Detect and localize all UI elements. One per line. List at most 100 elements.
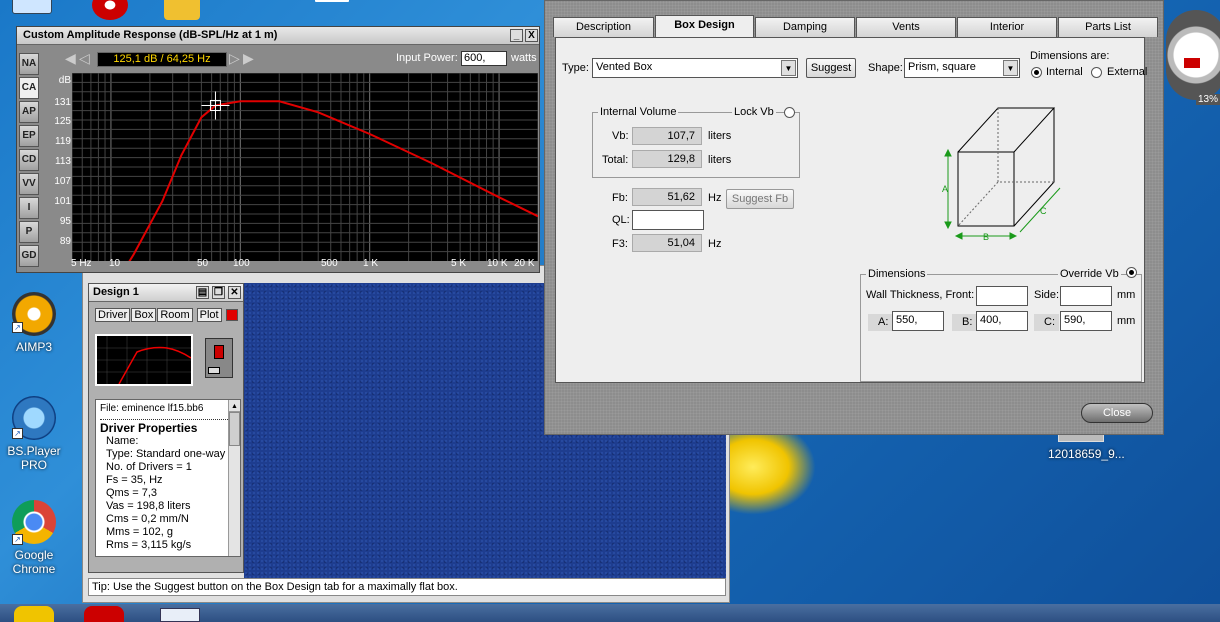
c-label: C: (1034, 314, 1059, 331)
tab-driver[interactable]: Driver (95, 308, 131, 322)
wall-thickness-front-input[interactable] (976, 286, 1028, 306)
y-tick-label: 125 (54, 116, 71, 127)
driver-property-item: Mms = 102, g (106, 526, 173, 538)
properties-scrollbar[interactable]: ▲ (228, 400, 240, 556)
tab-room[interactable]: Room (157, 308, 193, 322)
box-dimensions-diagram: A B C (942, 107, 1061, 242)
ql-label: QL: (612, 214, 630, 226)
desktop-icon-top-2[interactable] (78, 0, 142, 24)
arrow-left-icon[interactable]: ◀ (65, 50, 76, 67)
graph-tab-gd[interactable]: GD (19, 245, 39, 267)
desktop-icon-top-3[interactable] (150, 0, 214, 24)
graph-tab-p[interactable]: P (19, 221, 39, 243)
response-thumbnail[interactable] (95, 334, 193, 386)
override-vb-radio[interactable] (1126, 267, 1137, 278)
file-name: File: eminence lf15.bb6 (100, 403, 204, 414)
b-input[interactable]: 400, (976, 311, 1028, 331)
vb-value: 107,7 (632, 127, 702, 145)
taskbar-word-icon[interactable] (160, 608, 200, 622)
suggest-button[interactable]: Suggest (806, 58, 856, 78)
chevron-down-icon[interactable]: ▼ (1003, 60, 1018, 76)
minimize-icon[interactable]: _ (510, 29, 523, 42)
tab-plot[interactable]: Plot (196, 308, 222, 322)
shield-app-icon (92, 0, 128, 20)
graph-titlebar[interactable]: Custom Amplitude Response (dB-SPL/Hz at … (17, 27, 539, 45)
scroll-thumb[interactable] (229, 412, 240, 446)
status-tip: Tip: Use the Suggest button on the Box D… (92, 581, 458, 593)
wall-thickness-label: Wall Thickness, Front: (866, 289, 975, 301)
response-plot[interactable] (71, 72, 539, 355)
desktop-icon-top-left-1[interactable] (0, 0, 64, 18)
x-tick-label: 5 K (451, 258, 467, 269)
aimp3-label: AIMP3 (15, 340, 52, 354)
driver-property-item: Fs = 35, Hz (106, 474, 163, 486)
taskbar-app-2[interactable] (84, 606, 124, 622)
save-icon[interactable]: ▤ (196, 286, 209, 299)
external-label: External (1107, 66, 1148, 78)
arrow-left-end-icon[interactable]: ◁ (79, 50, 90, 67)
scroll-up-icon[interactable]: ▲ (229, 400, 240, 412)
tab-parts-list[interactable]: Parts List (1058, 17, 1158, 37)
box-design-dialog: Description Box Design Damping Vents Int… (544, 0, 1164, 435)
lock-vb-radio[interactable] (784, 107, 795, 118)
input-power-label: Input Power: (396, 52, 458, 64)
speaker-box-icon[interactable] (205, 338, 233, 378)
c-input[interactable]: 590, (1060, 311, 1112, 331)
dimension-b-letter: B (983, 232, 989, 242)
driver-properties-list: Name: Type: Standard one-way No. of Driver… (100, 435, 236, 552)
graph-tab-cd[interactable]: CD (19, 149, 39, 171)
close-icon[interactable]: ✕ (228, 286, 241, 299)
input-power-field[interactable]: 600, (461, 51, 507, 66)
vb-label: Vb: (612, 130, 629, 142)
internal-radio[interactable] (1031, 67, 1042, 78)
status-bar: Tip: Use the Suggest button on the Box D… (88, 578, 726, 596)
chevron-down-icon[interactable]: ▼ (781, 60, 796, 76)
y-tick-label: 101 (54, 196, 71, 207)
y-unit-label: dB (58, 75, 71, 86)
shape-select[interactable]: Prism, square ▼ (904, 58, 1020, 78)
suggest-fb-button[interactable]: Suggest Fb (726, 189, 794, 209)
tab-box-design[interactable]: Box Design (655, 15, 754, 37)
graph-tab-ap[interactable]: AP (19, 101, 39, 123)
tab-interior[interactable]: Interior (957, 17, 1057, 37)
tab-damping[interactable]: Damping (755, 17, 855, 37)
partial-desktop-strip (0, 30, 16, 270)
copy-icon[interactable]: ❐ (212, 286, 225, 299)
taskbar (0, 604, 1220, 622)
internal-label: Internal (1046, 66, 1083, 78)
design-tabs: Driver Box Room Plot (95, 308, 238, 322)
graph-tab-i[interactable]: I (19, 197, 39, 219)
taskbar-app-1[interactable] (14, 606, 54, 622)
plot-color-swatch[interactable] (225, 309, 238, 322)
graph-tab-ep[interactable]: EP (19, 125, 39, 147)
document-icon (315, 0, 349, 2)
desktop-image-label: 12018659_9... (1048, 447, 1125, 461)
type-select-value: Vented Box (596, 61, 653, 73)
y-tick-label: 95 (59, 216, 71, 227)
y-tick-label: 107 (54, 176, 71, 187)
ql-input[interactable] (632, 210, 704, 230)
close-icon[interactable]: X (525, 29, 538, 42)
graph-tab-ca[interactable]: CA (19, 77, 39, 99)
graph-tab-na[interactable]: NA (19, 53, 39, 75)
amplitude-response-window: Custom Amplitude Response (dB-SPL/Hz at … (16, 26, 540, 355)
driver-property-item: Qms = 7,3 (106, 487, 158, 499)
external-radio[interactable] (1091, 67, 1102, 78)
design-window-titlebar[interactable]: Design 1 ▤ ❐ ✕ (89, 284, 243, 302)
tab-description[interactable]: Description (553, 17, 654, 37)
driver-property-item: Name: (106, 435, 139, 447)
wall-thickness-side-input[interactable] (1060, 286, 1112, 306)
shortcut-arrow-icon: ↗ (12, 534, 23, 545)
type-select[interactable]: Vented Box ▼ (592, 58, 798, 78)
arrow-right-end-icon[interactable]: ▷ (229, 50, 240, 67)
x-tick-label: 1 K (363, 258, 379, 269)
tab-box[interactable]: Box (131, 308, 157, 322)
clock-gadget[interactable]: 13% (1166, 10, 1220, 105)
desktop-icon-top-4[interactable] (300, 0, 364, 6)
tab-vents[interactable]: Vents (856, 17, 956, 37)
close-button[interactable]: Close (1081, 403, 1153, 423)
fb-unit: Hz (708, 192, 722, 204)
arrow-right-icon[interactable]: ▶ (243, 50, 254, 67)
graph-tab-vv[interactable]: VV (19, 173, 39, 195)
a-input[interactable]: 550, (892, 311, 944, 331)
